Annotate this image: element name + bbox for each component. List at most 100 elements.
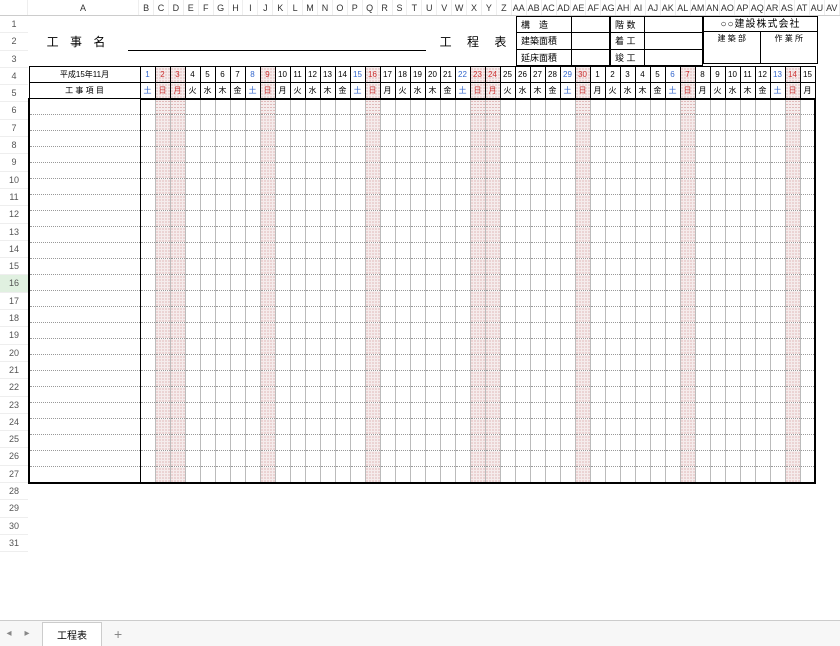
grid-cell[interactable] <box>290 115 305 131</box>
grid-cell[interactable] <box>785 435 800 451</box>
grid-cell[interactable] <box>725 99 740 115</box>
grid-cell[interactable] <box>320 275 335 291</box>
grid-cell[interactable] <box>770 291 785 307</box>
grid-cell[interactable] <box>560 227 575 243</box>
grid-cell[interactable] <box>395 307 410 323</box>
grid-cell[interactable] <box>395 467 410 483</box>
grid-cell[interactable] <box>320 163 335 179</box>
grid-cell[interactable] <box>515 275 530 291</box>
grid-cell[interactable] <box>140 147 155 163</box>
col-header[interactable]: E <box>184 0 199 15</box>
grid-cell[interactable] <box>455 291 470 307</box>
grid-cell[interactable] <box>740 307 755 323</box>
grid-cell[interactable] <box>365 195 380 211</box>
grid-cell[interactable] <box>320 307 335 323</box>
col-header[interactable]: R <box>378 0 393 15</box>
grid-cell[interactable] <box>680 339 695 355</box>
grid-cell[interactable] <box>185 259 200 275</box>
grid-cell[interactable] <box>335 227 350 243</box>
grid-cell[interactable] <box>335 355 350 371</box>
grid-cell[interactable] <box>635 387 650 403</box>
grid-cell[interactable] <box>710 467 725 483</box>
grid-cell[interactable] <box>710 419 725 435</box>
grid-cell[interactable] <box>620 211 635 227</box>
grid-cell[interactable] <box>710 339 725 355</box>
grid-cell[interactable] <box>545 259 560 275</box>
grid-cell[interactable] <box>665 307 680 323</box>
grid-cell[interactable] <box>740 179 755 195</box>
grid-cell[interactable] <box>470 195 485 211</box>
grid-cell[interactable] <box>665 387 680 403</box>
grid-cell[interactable] <box>425 227 440 243</box>
grid-cell[interactable] <box>500 355 515 371</box>
grid-cell[interactable] <box>800 419 815 435</box>
grid-cell[interactable] <box>485 211 500 227</box>
grid-cell[interactable] <box>530 387 545 403</box>
grid-cell[interactable] <box>230 147 245 163</box>
grid-cell[interactable] <box>140 355 155 371</box>
grid-cell[interactable] <box>635 179 650 195</box>
grid-cell[interactable] <box>140 99 155 115</box>
grid-cell[interactable] <box>530 227 545 243</box>
grid-cell[interactable] <box>665 419 680 435</box>
grid-cell[interactable] <box>215 323 230 339</box>
grid-cell[interactable] <box>185 291 200 307</box>
grid-cell[interactable] <box>800 339 815 355</box>
grid-cell[interactable] <box>680 179 695 195</box>
grid-cell[interactable] <box>785 371 800 387</box>
item-cell[interactable] <box>29 323 140 339</box>
grid-cell[interactable] <box>245 291 260 307</box>
grid-cell[interactable] <box>275 131 290 147</box>
grid-cell[interactable] <box>530 451 545 467</box>
grid-cell[interactable] <box>185 115 200 131</box>
grid-cell[interactable] <box>455 355 470 371</box>
grid-cell[interactable] <box>605 275 620 291</box>
grid-cell[interactable] <box>725 195 740 211</box>
grid-cell[interactable] <box>485 195 500 211</box>
grid-cell[interactable] <box>395 403 410 419</box>
grid-cell[interactable] <box>635 259 650 275</box>
grid-cell[interactable] <box>605 435 620 451</box>
grid-cell[interactable] <box>515 339 530 355</box>
grid-cell[interactable] <box>530 99 545 115</box>
grid-cell[interactable] <box>260 291 275 307</box>
grid-cell[interactable] <box>515 355 530 371</box>
grid-cell[interactable] <box>590 115 605 131</box>
grid-cell[interactable] <box>725 435 740 451</box>
grid-cell[interactable] <box>335 147 350 163</box>
grid-cell[interactable] <box>410 195 425 211</box>
row-header[interactable]: 29 <box>0 500 28 517</box>
grid-cell[interactable] <box>470 227 485 243</box>
grid-cell[interactable] <box>635 163 650 179</box>
grid-cell[interactable] <box>650 179 665 195</box>
grid-cell[interactable] <box>485 435 500 451</box>
item-cell[interactable] <box>29 403 140 419</box>
grid-cell[interactable] <box>635 339 650 355</box>
grid-cell[interactable] <box>170 259 185 275</box>
grid-cell[interactable] <box>560 243 575 259</box>
grid-cell[interactable] <box>365 131 380 147</box>
grid-cell[interactable] <box>230 291 245 307</box>
grid-cell[interactable] <box>560 371 575 387</box>
grid-cell[interactable] <box>320 211 335 227</box>
grid-cell[interactable] <box>530 323 545 339</box>
grid-cell[interactable] <box>530 211 545 227</box>
grid-cell[interactable] <box>620 355 635 371</box>
grid-cell[interactable] <box>515 371 530 387</box>
grid-cell[interactable] <box>575 387 590 403</box>
grid-cell[interactable] <box>365 323 380 339</box>
grid-cell[interactable] <box>215 435 230 451</box>
grid-cell[interactable] <box>320 99 335 115</box>
grid-cell[interactable] <box>410 275 425 291</box>
grid-cell[interactable] <box>710 387 725 403</box>
grid-cell[interactable] <box>695 147 710 163</box>
grid-cell[interactable] <box>740 323 755 339</box>
grid-cell[interactable] <box>230 211 245 227</box>
grid-cell[interactable] <box>200 179 215 195</box>
grid-cell[interactable] <box>740 355 755 371</box>
grid-cell[interactable] <box>605 227 620 243</box>
grid-cell[interactable] <box>560 275 575 291</box>
grid-cell[interactable] <box>680 355 695 371</box>
grid-cell[interactable] <box>380 403 395 419</box>
grid-cell[interactable] <box>575 99 590 115</box>
